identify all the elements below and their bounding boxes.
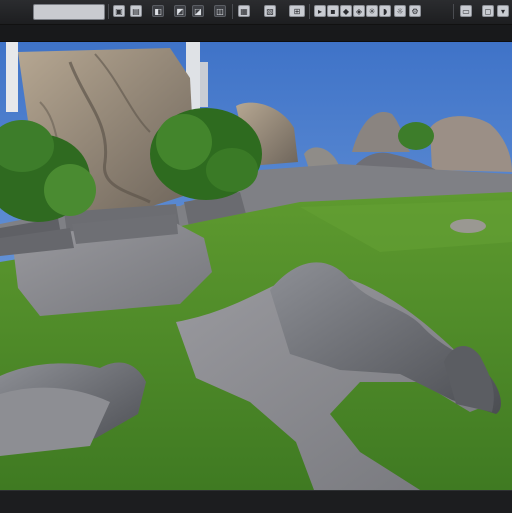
white-tower bbox=[6, 42, 18, 112]
light-icon[interactable]: ☼ bbox=[394, 5, 406, 17]
layout-icon[interactable]: ▭ bbox=[460, 5, 472, 17]
camera-icon[interactable]: ◪ bbox=[192, 5, 204, 17]
toolbar-divider bbox=[108, 4, 109, 19]
render-icon[interactable]: ◫ bbox=[214, 5, 226, 17]
toolbar-divider bbox=[453, 4, 454, 19]
grass-icon[interactable]: ✳ bbox=[366, 5, 378, 17]
settings-icon[interactable]: ⚙ bbox=[409, 5, 421, 17]
status-bar bbox=[0, 490, 512, 513]
project-selector[interactable] bbox=[33, 4, 105, 20]
save-icon[interactable]: ▣ bbox=[113, 5, 125, 17]
paint-icon[interactable]: ◆ bbox=[340, 5, 352, 17]
sculpt-icon[interactable]: ◈ bbox=[353, 5, 365, 17]
export-icon[interactable]: ◩ bbox=[174, 5, 186, 17]
rock-icon[interactable]: ◗ bbox=[379, 5, 391, 17]
small-stone bbox=[450, 219, 486, 233]
viewport-tab-strip bbox=[0, 25, 512, 42]
scale-icon[interactable]: ▪ bbox=[327, 5, 339, 17]
select-icon[interactable]: ▧ bbox=[264, 5, 276, 17]
window-options-icon[interactable]: ▾ bbox=[497, 5, 509, 17]
toolbar-divider bbox=[232, 4, 233, 19]
shrub bbox=[398, 122, 434, 150]
white-tower bbox=[200, 62, 208, 107]
open-icon[interactable]: ▤ bbox=[130, 5, 142, 17]
rotate-icon[interactable]: ▸ bbox=[314, 5, 326, 17]
material-icon[interactable]: ▦ bbox=[238, 5, 250, 17]
toolbar-divider bbox=[309, 4, 310, 19]
top-toolbar: ▣ ▤ ◧ ◩ ◪ ◫ ▦ ▧ ⊞ ▸ ▪ ◆ ◈ ✳ ◗ ☼ ⚙ ▭ ◻ ▾ bbox=[0, 0, 512, 25]
import-icon[interactable]: ◧ bbox=[152, 5, 164, 17]
maximize-icon[interactable]: ◻ bbox=[482, 5, 494, 17]
3d-viewport[interactable] bbox=[0, 42, 512, 490]
move-icon[interactable]: ⊞ bbox=[289, 5, 305, 17]
scene-render bbox=[0, 42, 512, 490]
